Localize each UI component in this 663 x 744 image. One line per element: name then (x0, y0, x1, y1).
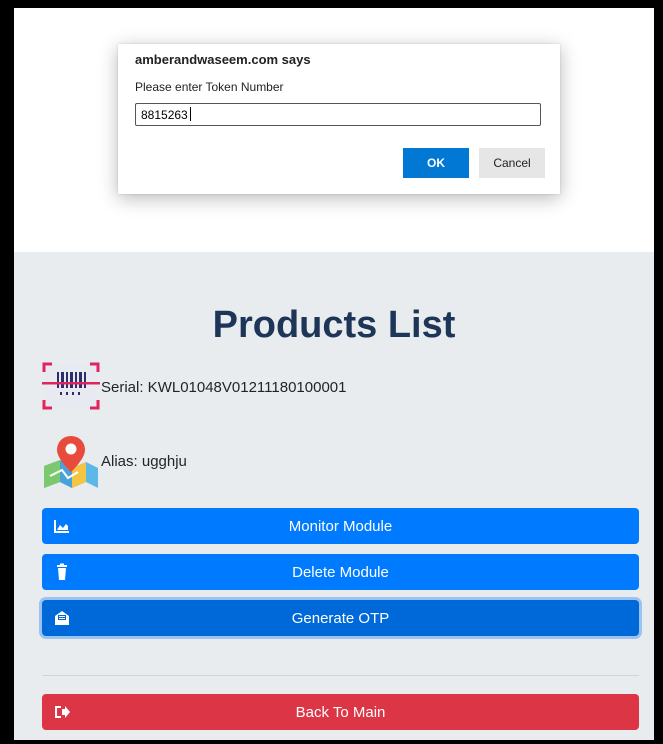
generate-otp-label: Generate OTP (291, 609, 390, 627)
sign-out-icon (53, 703, 71, 721)
ok-button[interactable]: OK (403, 148, 469, 178)
map-pin-icon (42, 432, 100, 490)
chart-area-icon (53, 517, 71, 535)
token-input[interactable] (135, 103, 541, 126)
delete-module-button[interactable]: Delete Module (42, 554, 639, 590)
back-to-main-label: Back To Main (295, 703, 386, 721)
monitor-module-button[interactable]: Monitor Module (42, 508, 639, 544)
divider (42, 675, 639, 676)
barcode-scan-icon (42, 358, 100, 416)
page-title: Products List (212, 304, 456, 346)
alias-text: Alias: ugghju (101, 452, 187, 470)
back-to-main-button[interactable]: Back To Main (42, 694, 639, 730)
envelope-open-icon (53, 609, 71, 627)
monitor-module-label: Monitor Module (288, 517, 393, 535)
generate-otp-button[interactable]: Generate OTP (42, 600, 639, 636)
serial-text: Serial: KWL01048V01211180100001 (101, 378, 347, 396)
text-caret (190, 107, 191, 121)
browser-viewport: amberandwaseem.com says Please enter Tok… (14, 8, 654, 740)
dialog-message: Please enter Token Number (135, 80, 284, 94)
cancel-button[interactable]: Cancel (479, 148, 545, 178)
prompt-dialog: amberandwaseem.com says Please enter Tok… (118, 44, 560, 194)
delete-module-label: Delete Module (292, 563, 389, 581)
trash-icon (53, 563, 71, 581)
serial-row: Serial: KWL01048V01211180100001 (42, 358, 346, 416)
alias-row: Alias: ugghju (42, 432, 187, 490)
dialog-title: amberandwaseem.com says (135, 52, 311, 67)
